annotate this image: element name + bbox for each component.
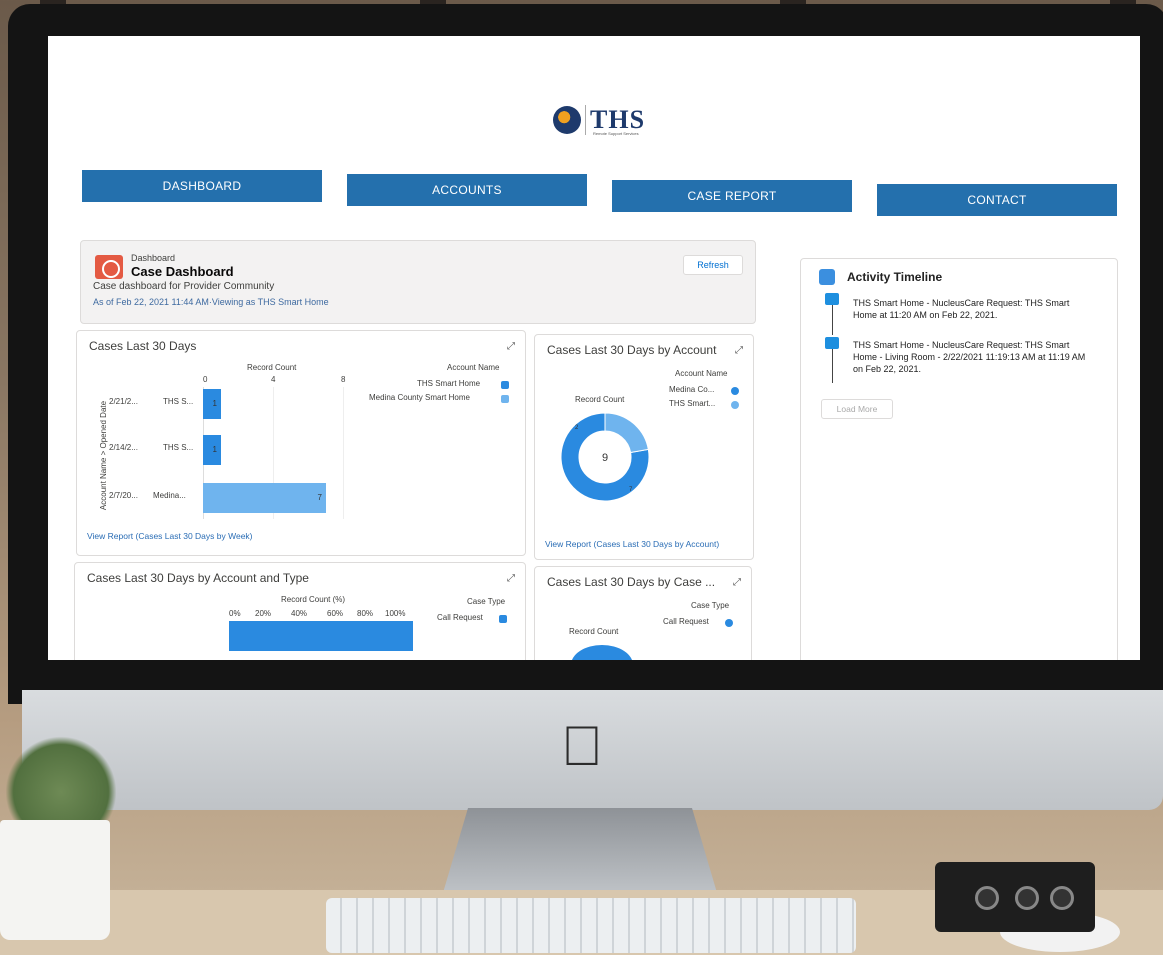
x-axis-label: Record Count (%): [281, 595, 346, 604]
cases-last-30-days-card: Cases Last 30 Days ⤢ Record Count 0 4 8 …: [76, 330, 526, 556]
as-of-timestamp: As of Feb 22, 2021 11:44 AM·Viewing as T…: [93, 297, 329, 307]
expand-icon[interactable]: ⤢: [507, 341, 515, 352]
row-date: 2/14/2...: [109, 443, 138, 452]
x-tick: 8: [341, 375, 346, 384]
measure-label: Record Count: [575, 395, 625, 404]
row-account: Medina...: [153, 491, 186, 500]
legend-item: Call Request: [663, 617, 709, 626]
dashboard-gauge-icon: [95, 255, 123, 279]
view-report-link[interactable]: View Report (Cases Last 30 Days by Accou…: [545, 539, 719, 549]
row-date: 2/21/2...: [109, 397, 138, 406]
x-tick: 4: [271, 375, 276, 384]
bar-call-request[interactable]: [229, 621, 413, 651]
legend-swatch: [731, 401, 739, 409]
task-icon: [825, 293, 839, 305]
legend-title: Account Name: [675, 369, 728, 378]
dashboard-header: Dashboard Case Dashboard Case dashboard …: [80, 240, 756, 324]
cases-by-account-type-card: Cases Last 30 Days by Account and Type ⤢…: [74, 562, 526, 660]
x-tick: 20%: [255, 609, 272, 618]
nav-accounts-button[interactable]: ACCOUNTS: [347, 174, 587, 206]
measure-label: Record Count: [569, 627, 619, 636]
legend-swatch: [501, 381, 509, 389]
cases-by-case-type-card: Cases Last 30 Days by Case ... ⤢ Case Ty…: [534, 566, 752, 660]
donut-center-value: 9: [602, 452, 608, 464]
legend-swatch: [731, 387, 739, 395]
bar-value-label: 1: [212, 445, 217, 454]
timeline-title: Activity Timeline: [847, 270, 943, 284]
legend-item: THS Smart Home: [417, 379, 481, 388]
keyboard: [326, 898, 856, 953]
knob-icon: [1015, 886, 1039, 910]
gridline: [343, 387, 344, 519]
timeline-icon: [819, 269, 835, 285]
load-more-button[interactable]: Load More: [821, 399, 893, 419]
activity-timeline-panel: Activity Timeline THS Smart Home - Nucle…: [800, 258, 1118, 660]
nav-contact-button[interactable]: CONTACT: [877, 184, 1117, 216]
card-title: Cases Last 30 Days by Case ...: [547, 575, 716, 589]
expand-icon[interactable]: ⤢: [735, 345, 743, 356]
x-tick: 80%: [357, 609, 374, 618]
brand-logo[interactable]: THS Remote Support Services: [553, 104, 645, 136]
bar-row-3[interactable]: [203, 483, 326, 513]
legend-item: Call Request: [437, 613, 483, 622]
donut-slice-ths[interactable]: [604, 412, 649, 454]
expand-icon[interactable]: ⤢: [733, 577, 741, 588]
card-title: Cases Last 30 Days by Account and Type: [87, 571, 309, 585]
x-tick: 60%: [327, 609, 344, 618]
legend-title: Case Type: [691, 601, 730, 610]
row-date: 2/7/20...: [109, 491, 138, 500]
page-title: Case Dashboard: [131, 264, 234, 279]
apple-logo-icon: : [556, 716, 608, 776]
card-title: Cases Last 30 Days: [89, 339, 197, 353]
legend-title: Case Type: [467, 597, 506, 606]
refresh-button[interactable]: Refresh: [683, 255, 743, 275]
legend-item: THS Smart...: [669, 399, 716, 408]
legend-title: Account Name: [447, 363, 500, 372]
speaker: [935, 862, 1095, 932]
legend-swatch: [499, 615, 507, 623]
donut-chart: 9 2 7: [560, 412, 650, 502]
dashboard-eyebrow: Dashboard: [131, 253, 176, 263]
row-account: THS S...: [163, 397, 194, 406]
legend-item: Medina County Smart Home: [369, 393, 470, 402]
view-report-link[interactable]: View Report (Cases Last 30 Days by Week): [87, 531, 253, 541]
x-tick: 0: [203, 375, 208, 384]
knob-icon: [975, 886, 999, 910]
x-tick: 40%: [291, 609, 308, 618]
legend-swatch: [725, 619, 733, 627]
screen: THS Remote Support Services DASHBOARD AC…: [48, 36, 1140, 660]
knob-icon: [1050, 886, 1074, 910]
logo-tagline: Remote Support Services: [593, 131, 639, 136]
plant-pot: [0, 820, 110, 940]
nav-case-report-button[interactable]: CASE REPORT: [612, 180, 852, 212]
timeline-connector: [832, 305, 833, 335]
logo-mark-icon: [553, 106, 581, 134]
timeline-item[interactable]: THS Smart Home - NucleusCare Request: TH…: [853, 339, 1093, 375]
expand-icon[interactable]: ⤢: [507, 573, 515, 584]
x-tick: 0%: [229, 609, 241, 618]
bar-value-label: 7: [317, 493, 322, 502]
timeline-connector: [832, 349, 833, 383]
card-title: Cases Last 30 Days by Account: [547, 343, 717, 357]
donut-chart-partial: [571, 645, 633, 660]
legend-swatch: [501, 395, 509, 403]
nav-dashboard-button[interactable]: DASHBOARD: [82, 170, 322, 202]
legend-item: Medina Co...: [669, 385, 715, 394]
dashboard-subtitle: Case dashboard for Provider Community: [93, 281, 275, 292]
cases-by-account-card: Cases Last 30 Days by Account ⤢ Account …: [534, 334, 754, 560]
monitor-stand: [440, 808, 720, 903]
bar-value-label: 1: [212, 399, 217, 408]
row-account: THS S...: [163, 443, 194, 452]
x-axis-label: Record Count: [247, 363, 297, 372]
y-axis-label: Account Name > Opened Date: [99, 400, 109, 511]
cactus-plant: [6, 735, 116, 830]
timeline-item[interactable]: THS Smart Home - NucleusCare Request: TH…: [853, 297, 1093, 321]
x-tick: 100%: [385, 609, 406, 618]
task-icon: [825, 337, 839, 349]
